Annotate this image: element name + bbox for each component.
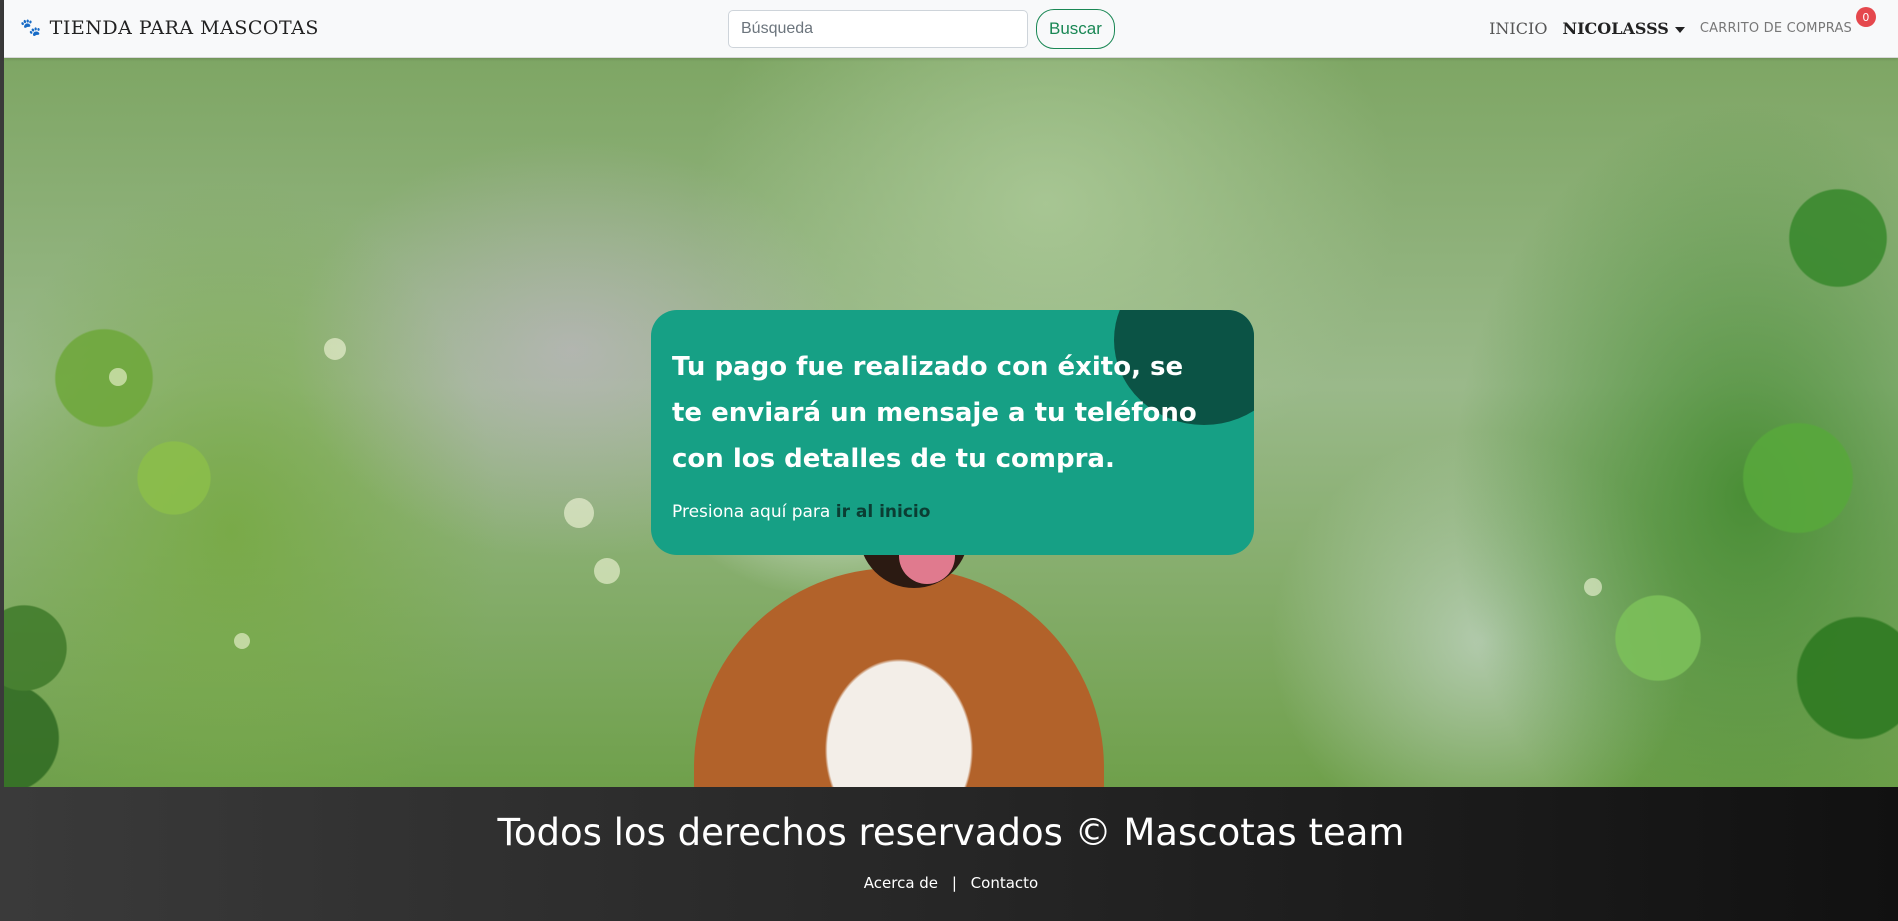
search-input[interactable] [728,10,1028,48]
dog-body [694,568,1104,787]
foliage-right [1418,118,1898,787]
bokeh-light [234,633,250,649]
footer-link-about[interactable]: Acerca de [864,874,938,892]
brand-title: TIENDA PARA MASCOTAS [49,17,319,39]
payment-success-card: Tu pago fue realizado con éxito, se te e… [651,310,1254,555]
go-home-link[interactable]: ir al inicio [836,502,931,522]
bokeh-light [594,558,620,584]
card-instruction: Presiona aquí para ir al inicio [672,502,930,522]
bokeh-light [109,368,127,386]
bokeh-light [324,338,346,360]
footer-links: Acerca de | Contacto [4,874,1898,892]
nav-links: INICIO NICOLASSS CARRITO DE COMPRAS 0 [1489,7,1876,38]
footer-separator: | [951,874,957,892]
card-instruction-text: Presiona aquí para [672,502,831,522]
cart-label: CARRITO DE COMPRAS [1699,21,1852,36]
bokeh-light [564,498,594,528]
footer-copyright: Todos los derechos reservados © Mascotas… [497,811,1405,854]
footer-link-contact[interactable]: Contacto [971,874,1039,892]
cart-count-badge: 0 [1856,7,1876,27]
navbar: 🐾 TIENDA PARA MASCOTAS Buscar INICIO NIC… [4,0,1898,58]
user-dropdown[interactable]: NICOLASSS [1562,19,1685,38]
caret-down-icon [1674,26,1685,33]
search-form: Buscar [728,9,1115,49]
dog-photo [694,528,1104,787]
nav-link-cart[interactable]: CARRITO DE COMPRAS 0 [1699,7,1876,36]
nav-link-inicio[interactable]: INICIO [1489,19,1547,38]
brand[interactable]: 🐾 TIENDA PARA MASCOTAS [20,17,319,39]
paw-icon: 🐾 [20,18,42,38]
user-name: NICOLASSS [1562,19,1669,38]
footer: Todos los derechos reservados © Mascotas… [4,787,1898,921]
success-message: Tu pago fue realizado con éxito, se te e… [672,352,1197,474]
foliage-left [4,178,364,787]
bokeh-light [1584,578,1602,596]
search-button[interactable]: Buscar [1036,9,1115,49]
